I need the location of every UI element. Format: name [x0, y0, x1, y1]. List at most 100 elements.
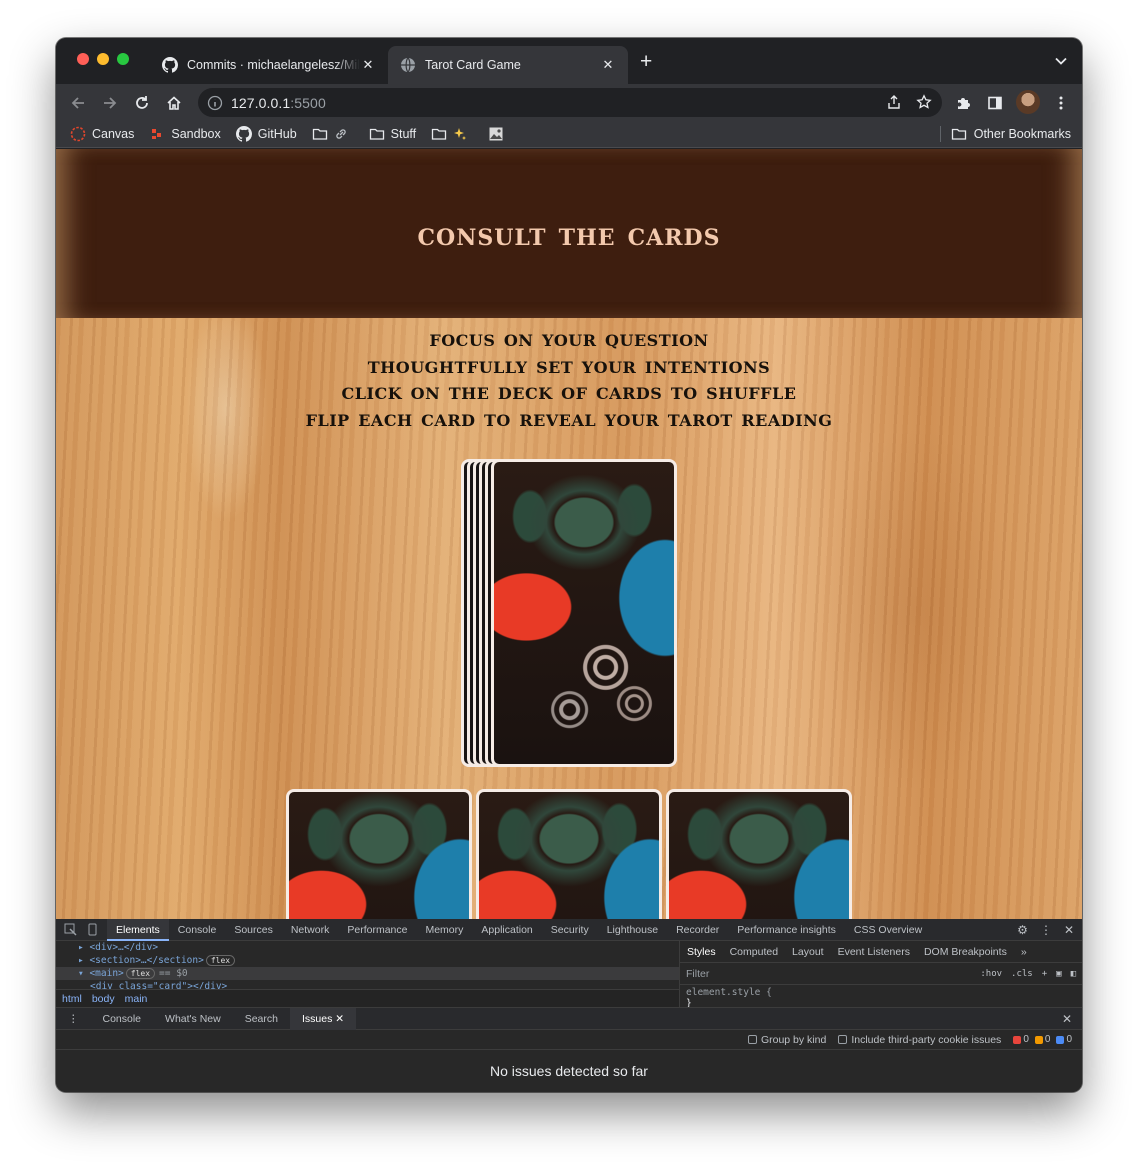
- folder-icon: [369, 128, 384, 140]
- card-deck[interactable]: [461, 459, 679, 769]
- tab-memory[interactable]: Memory: [416, 924, 472, 936]
- bookmark-folder-stuff[interactable]: Stuff: [369, 126, 416, 142]
- bookmark-folder-links[interactable]: [312, 126, 354, 142]
- bookmark-canvas[interactable]: Canvas: [70, 126, 134, 142]
- arrow-left-icon: [71, 97, 84, 109]
- drawer-tab-whats-new[interactable]: What's New: [153, 1013, 233, 1025]
- instruction-line: Thoughtfully set your intentions: [367, 351, 771, 379]
- bookmark-folder-sparkles[interactable]: [431, 126, 473, 142]
- drawer-tab-console[interactable]: Console: [91, 1013, 154, 1025]
- hov-toggle[interactable]: :hov: [980, 969, 1002, 979]
- instructions: Focus on your question Thoughtfully set …: [56, 325, 1082, 432]
- tab-network[interactable]: Network: [282, 924, 339, 936]
- puzzle-icon: [958, 98, 970, 109]
- address-bar[interactable]: 127.0.0.1:5500: [198, 88, 942, 117]
- breadcrumb-item[interactable]: html: [62, 993, 82, 1005]
- url-text: 127.0.0.1:5500: [231, 94, 326, 111]
- tab-layout[interactable]: Layout: [785, 946, 831, 958]
- third-party-checkbox[interactable]: Include third-party cookie issues: [838, 1034, 1001, 1046]
- tab-lighthouse[interactable]: Lighthouse: [598, 924, 667, 936]
- info-icon[interactable]: [207, 95, 223, 111]
- tab-performance-insights[interactable]: Performance insights: [728, 924, 845, 936]
- tab-strip: Commits · michaelangelesz/Mil ✕ Tarot Ca…: [56, 38, 1082, 84]
- tab-commits[interactable]: Commits · michaelangelesz/Mil ✕: [150, 46, 388, 84]
- close-drawer-icon[interactable]: ✕: [1062, 1012, 1082, 1026]
- warning-count: 0: [1034, 1034, 1050, 1045]
- dom-node[interactable]: ▸ <div>…</div>: [56, 941, 679, 954]
- share-icon[interactable]: [886, 94, 902, 110]
- other-bookmarks[interactable]: Other Bookmarks: [939, 126, 1071, 142]
- forward-button[interactable]: [99, 92, 121, 114]
- device-toolbar-icon[interactable]: [86, 923, 99, 936]
- tab-dom-breakpoints[interactable]: DOM Breakpoints: [917, 946, 1014, 958]
- tab-performance[interactable]: Performance: [338, 924, 416, 936]
- flex-badge[interactable]: flex: [205, 955, 236, 966]
- tab-console[interactable]: Console: [169, 924, 226, 936]
- sidebar-toggle-icon[interactable]: ◧: [1071, 969, 1076, 979]
- bookmark-sandbox[interactable]: Sandbox: [149, 126, 221, 142]
- issues-toolbar: Group by kind Include third-party cookie…: [56, 1030, 1082, 1050]
- tab-css-overview[interactable]: CSS Overview: [845, 924, 931, 936]
- reading-card-2[interactable]: [476, 789, 662, 919]
- drawer-tab-search[interactable]: Search: [233, 1013, 290, 1025]
- tab-security[interactable]: Security: [542, 924, 598, 936]
- paint-icon[interactable]: ▣: [1056, 969, 1061, 979]
- dom-node-selected[interactable]: ▾ <main> flex == $0: [56, 967, 679, 980]
- home-button[interactable]: [163, 92, 185, 114]
- minimize-window-button[interactable]: [97, 53, 109, 65]
- breadcrumb-item[interactable]: main: [125, 993, 148, 1005]
- close-icon[interactable]: ✕: [335, 1013, 344, 1025]
- flex-badge[interactable]: flex: [125, 968, 156, 979]
- tab-elements[interactable]: Elements: [107, 918, 169, 941]
- side-panel-button[interactable]: [984, 92, 1006, 114]
- tab-title: Tarot Card Game: [425, 58, 521, 72]
- tab-recorder[interactable]: Recorder: [667, 924, 728, 936]
- reading-card-1[interactable]: [286, 789, 472, 919]
- close-icon[interactable]: ✕: [360, 57, 376, 73]
- tab-sources[interactable]: Sources: [225, 924, 282, 936]
- tab-computed[interactable]: Computed: [723, 946, 785, 958]
- folder-icon: [951, 128, 966, 140]
- inspect-icon[interactable]: [64, 923, 77, 936]
- tab-styles[interactable]: Styles: [680, 946, 723, 958]
- chevron-down-icon[interactable]: [1054, 54, 1068, 68]
- styles-pane: Styles Computed Layout Event Listeners D…: [680, 941, 1082, 1009]
- dom-node[interactable]: ▸ <section>…</section> flex: [56, 954, 679, 967]
- breadcrumb-item[interactable]: body: [92, 993, 115, 1005]
- cls-toggle[interactable]: .cls: [1011, 969, 1033, 979]
- menu-button[interactable]: [1050, 92, 1072, 114]
- close-icon[interactable]: ✕: [1064, 923, 1074, 937]
- group-by-kind-checkbox[interactable]: Group by kind: [747, 1034, 826, 1046]
- no-issues-message: No issues detected so far: [490, 1063, 648, 1079]
- tab-event-listeners[interactable]: Event Listeners: [831, 946, 917, 958]
- styles-filter[interactable]: Filter :hov .cls + ▣ ◧: [680, 963, 1082, 985]
- drawer-tab-issues[interactable]: Issues ✕: [290, 1007, 357, 1030]
- filter-input[interactable]: Filter: [686, 968, 709, 980]
- tab-application[interactable]: Application: [472, 924, 541, 936]
- error-icon: [1013, 1035, 1022, 1044]
- tab-title: Commits · michaelangelesz/Mil: [187, 58, 360, 72]
- reload-button[interactable]: [131, 92, 153, 114]
- new-rule-button[interactable]: +: [1042, 969, 1047, 979]
- new-tab-button[interactable]: +: [640, 51, 652, 72]
- drawer-menu-icon[interactable]: ⋮: [56, 1013, 91, 1025]
- bookmark-github[interactable]: GitHub: [235, 126, 297, 142]
- tab-tarot[interactable]: Tarot Card Game ✕: [388, 46, 628, 84]
- settings-icon[interactable]: ⚙: [1017, 923, 1028, 937]
- page-header: Consult the Cards: [56, 149, 1082, 318]
- profile-avatar[interactable]: [1016, 90, 1040, 114]
- close-icon[interactable]: ✕: [600, 57, 616, 73]
- kebab-menu-icon[interactable]: ⋮: [1040, 923, 1052, 937]
- deck-top-card[interactable]: [491, 459, 677, 767]
- folder-icon: [431, 128, 447, 140]
- bookmark-image[interactable]: [488, 126, 510, 142]
- back-button[interactable]: [67, 92, 89, 114]
- more-tabs-button[interactable]: »: [1014, 946, 1034, 958]
- zoom-window-button[interactable]: [117, 53, 129, 65]
- issue-counts[interactable]: 0 0 0: [1013, 1034, 1072, 1045]
- reading-card-3[interactable]: [666, 789, 852, 919]
- close-window-button[interactable]: [77, 53, 89, 65]
- extensions-button[interactable]: [952, 92, 974, 114]
- star-icon[interactable]: [916, 94, 932, 110]
- arrow-right-icon: [104, 97, 117, 109]
